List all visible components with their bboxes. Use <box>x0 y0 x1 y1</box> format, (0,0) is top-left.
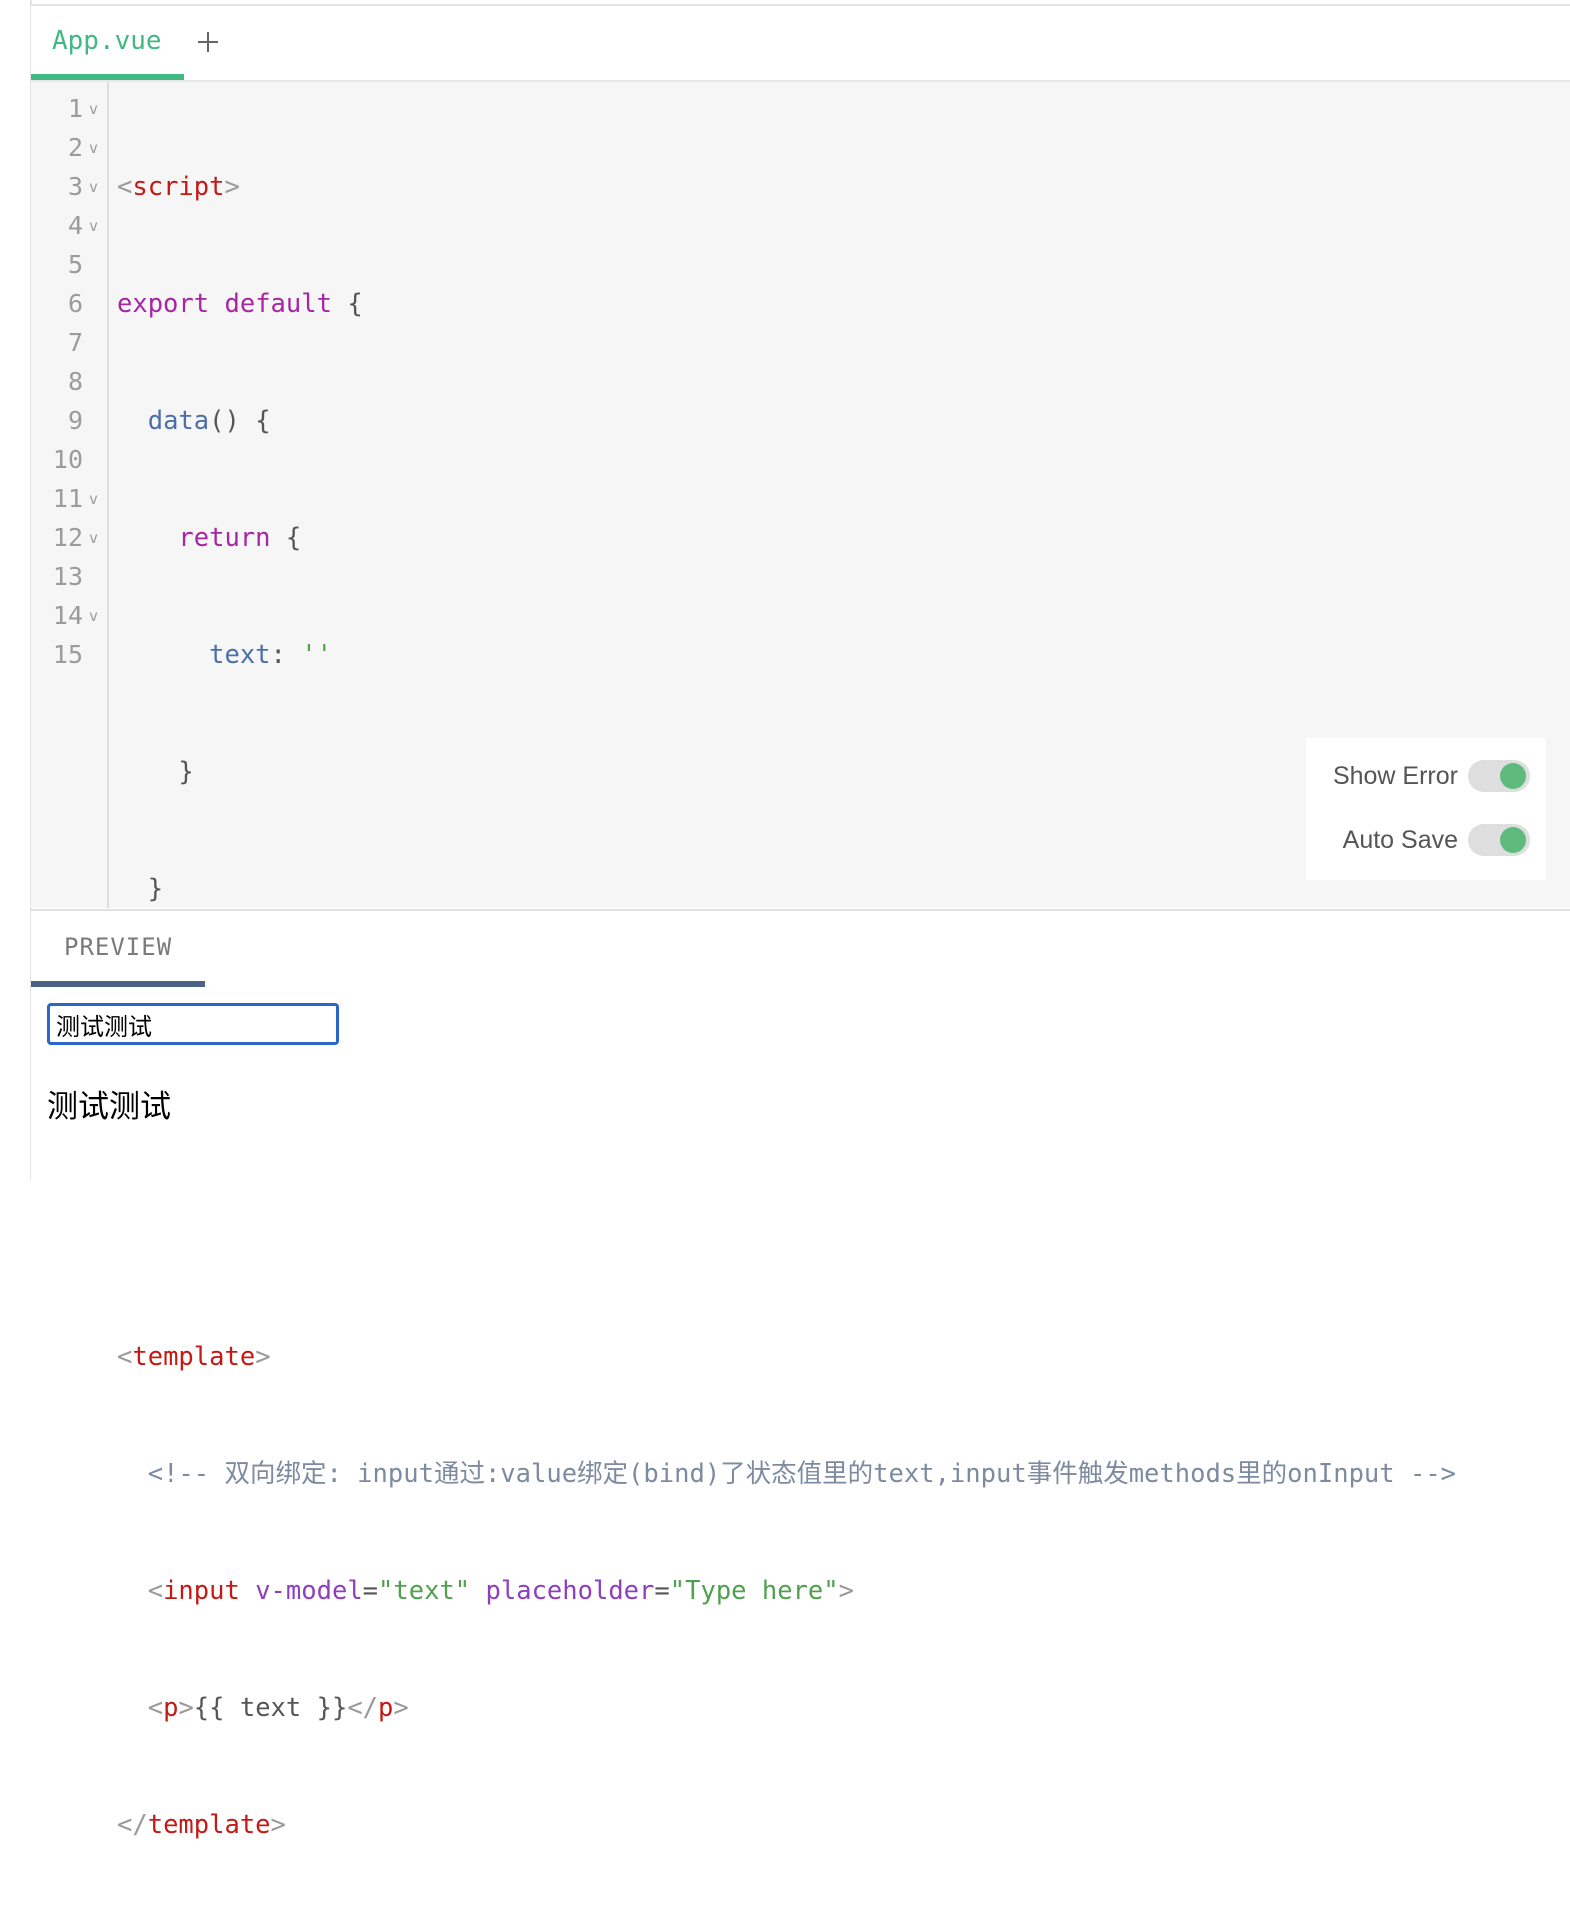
code-token: > <box>838 1576 855 1606</box>
code-token: "Type here" <box>669 1576 839 1606</box>
code-token: export <box>117 289 210 319</box>
auto-save-toggle[interactable]: Auto Save <box>1343 820 1530 860</box>
code-token: < <box>117 1342 133 1372</box>
code-comment: <!-- 双向绑定: input通过:value绑定(bind)了状态值里的te… <box>147 1459 1457 1489</box>
fold-chevron-icon[interactable]: v <box>89 207 98 245</box>
show-error-switch[interactable] <box>1468 760 1530 792</box>
line-number: 5 <box>67 250 83 279</box>
toggle-knob <box>1500 827 1526 853</box>
code-token: p <box>378 1693 394 1723</box>
code-line-3: data() { <box>117 402 1456 441</box>
line-number: 14 <box>52 601 83 630</box>
line-number: 3 <box>67 172 83 201</box>
code-token: > <box>270 1810 286 1840</box>
line-number: 15 <box>52 640 83 669</box>
code-line-11: <template> <box>117 1338 1456 1377</box>
code-token: template <box>132 1342 256 1372</box>
code-token: p <box>163 1693 179 1723</box>
toggle-knob <box>1500 763 1526 789</box>
code-token: < <box>147 1693 164 1723</box>
fold-chevron-icon[interactable]: v <box>89 90 98 128</box>
code-token: > <box>255 1342 271 1372</box>
code-token: '' <box>301 640 332 670</box>
tab-app-vue[interactable]: App.vue <box>31 6 184 80</box>
auto-save-label: Auto Save <box>1342 825 1458 854</box>
line-number: 9 <box>67 406 83 435</box>
tab-preview[interactable]: PREVIEW <box>31 911 205 987</box>
code-line-6: } <box>117 753 1456 792</box>
preview-pane: 测试测试 <box>31 987 1570 1180</box>
tab-label: App.vue <box>52 26 162 56</box>
code-token: { <box>255 406 271 436</box>
code-token: input <box>163 1576 240 1606</box>
fold-chevron-icon[interactable]: v <box>89 168 98 206</box>
code-line-14: <p>{{ text }}</p> <box>117 1689 1456 1728</box>
fold-chevron-icon[interactable]: v <box>89 519 98 557</box>
line-number: 8 <box>67 367 83 396</box>
code-token: { <box>347 289 363 319</box>
code-token: > <box>393 1693 409 1723</box>
code-token: : <box>270 640 286 670</box>
code-line-15: </template> <box>117 1806 1456 1845</box>
code-token: < <box>117 172 133 202</box>
code-line-4: return { <box>117 519 1456 558</box>
code-token: } <box>178 757 194 787</box>
code-token: </ <box>117 1810 148 1840</box>
fold-chevron-icon[interactable]: v <box>89 597 98 635</box>
editor-options-panel: Show Error Auto Save <box>1306 738 1546 880</box>
line-number: 12 <box>52 523 83 552</box>
code-line-1: <script> <box>117 168 1456 207</box>
line-number: 11 <box>52 484 83 513</box>
line-number: 2 <box>67 133 83 162</box>
code-token: = <box>362 1576 379 1606</box>
line-number: 10 <box>52 445 83 474</box>
show-error-label: Show Error <box>1332 761 1458 790</box>
code-line-13: <input v-model="text" placeholder="Type … <box>117 1572 1456 1611</box>
auto-save-switch[interactable] <box>1468 824 1530 856</box>
vue-playground: App.vue 1 2 3 4 5 6 7 8 9 10 11 12 13 14… <box>31 6 1570 1840</box>
code-token: () <box>209 406 240 436</box>
show-error-toggle[interactable]: Show Error <box>1333 756 1530 796</box>
code-line-2: export default { <box>117 285 1456 324</box>
line-number: 13 <box>52 562 83 591</box>
code-token: placeholder <box>485 1576 655 1606</box>
code-token: } <box>147 874 164 904</box>
code-token: { <box>285 523 302 553</box>
preview-output-text: 测试测试 <box>47 1089 171 1125</box>
plus-icon-vertical <box>207 32 209 52</box>
code-token: "text" <box>378 1576 471 1606</box>
code-line-12: <!-- 双向绑定: input通过:value绑定(bind)了状态值里的te… <box>117 1455 1456 1494</box>
line-number: 4 <box>67 211 83 240</box>
code-token: </ <box>347 1693 379 1723</box>
preview-tab-bar: PREVIEW <box>31 909 1570 989</box>
code-token: default <box>224 289 332 319</box>
fold-chevron-icon[interactable]: v <box>89 480 98 518</box>
line-number: 1 <box>67 94 83 123</box>
code-token: = <box>654 1576 670 1606</box>
code-line-5: text: '' <box>117 636 1456 675</box>
code-token: script <box>132 172 225 202</box>
code-token: > <box>178 1693 194 1723</box>
code-token: text <box>209 640 271 670</box>
line-number-gutter: 1 2 3 4 5 6 7 8 9 10 11 12 13 14 15 v v … <box>31 82 109 908</box>
line-number: 6 <box>67 289 83 318</box>
code-token: < <box>147 1576 164 1606</box>
file-tab-bar: App.vue <box>31 6 1570 82</box>
code-editor[interactable]: 1 2 3 4 5 6 7 8 9 10 11 12 13 14 15 v v … <box>31 82 1570 1840</box>
code-token: {{ text }} <box>193 1693 348 1723</box>
code-token: v-model <box>255 1576 363 1606</box>
preview-text-input[interactable] <box>47 1003 339 1045</box>
code-token: data <box>147 406 210 436</box>
code-line-7: } <box>117 870 1456 909</box>
code-token: template <box>147 1810 271 1840</box>
preview-tab-label: PREVIEW <box>64 933 173 961</box>
code-token: return <box>178 523 271 553</box>
code-token: > <box>224 172 240 202</box>
plus-icon[interactable] <box>195 22 229 56</box>
line-number: 7 <box>67 328 83 357</box>
fold-chevron-icon[interactable]: v <box>89 129 98 167</box>
